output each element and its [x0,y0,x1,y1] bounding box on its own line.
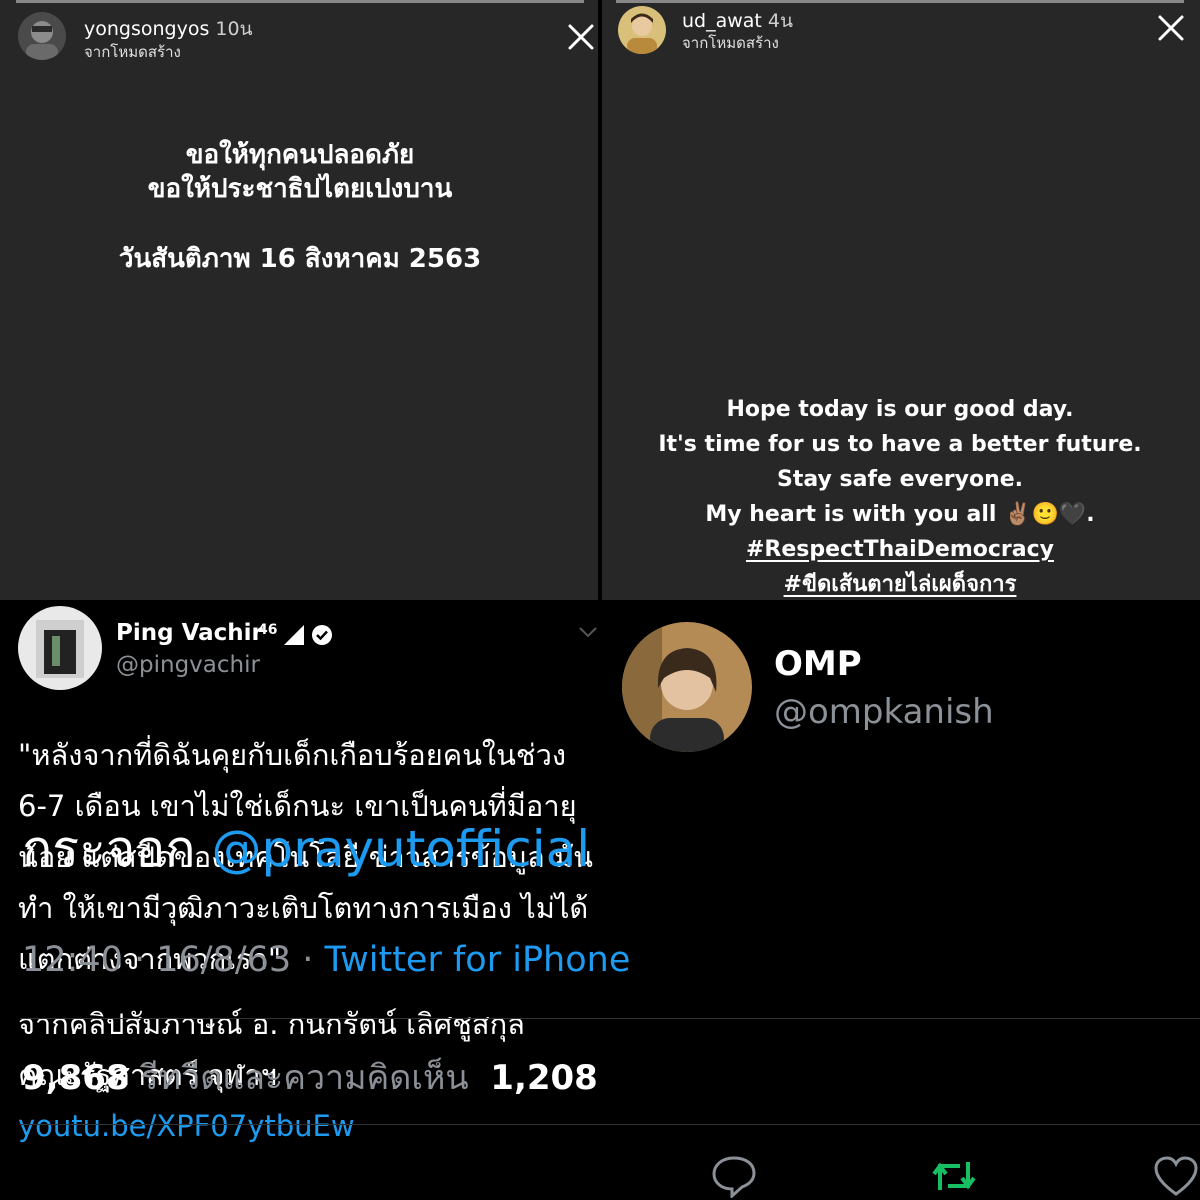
story-line: วันสันติภาพ 16 สิงหาคม 2563 [118,244,482,274]
story-progress-bar [16,0,584,3]
reply-icon[interactable] [710,1154,758,1200]
story-source: จากโหมดสร้าง [682,34,779,52]
status-text: 46 [258,622,278,638]
story-line: Stay safe everyone. [776,467,1024,492]
divider [598,0,602,600]
tweet-author-name[interactable]: OMP [774,644,862,684]
tweet-text: กระจอก @prayutofficial [22,810,590,889]
close-icon[interactable] [564,20,598,54]
story-text: ขอให้ทุกคนปลอดภัย ขอให้ประชาธิปไตยเปงบาน… [0,138,600,276]
chevron-down-icon[interactable] [578,624,598,643]
verified-icon [311,624,333,650]
tweet-text-content: กระจอก [22,820,212,878]
tweet-author-handle[interactable]: @pingvachir [116,652,260,678]
story-line: My heart is with you all ✌🏽🙂🖤. [705,502,1095,527]
hashtag-link[interactable]: #RespectThaiDemocracy [600,532,1200,567]
story-time: 10น [215,18,253,40]
story-line: ขอให้ประชาธิปไตยเปงบาน [147,174,453,204]
story-line: It's time for us to have a better future… [658,432,1142,457]
retweet-count[interactable]: 9,868 [22,1058,130,1098]
divider [20,1018,1200,1019]
story-panel-yongsongyos: yongsongyos 10น จากโหมดสร้าง ขอให้ทุกคนปล… [0,0,600,600]
retweet-label[interactable]: รีทวีตและความคิดเห็น [140,1058,468,1098]
story-source: จากโหมดสร้าง [84,43,181,61]
tweet-timestamp: 12:40 · 16/8/63 · Twitter for iPhone [22,940,630,980]
signal-icon [282,624,306,650]
story-panel-ud-awat: ud_awat 4น จากโหมดสร้าง Hope today is our… [600,0,1200,600]
tweet-author-name[interactable]: Ping Vachir [116,620,263,646]
tweet-link[interactable]: youtu.be/XPF07ytbuEw [18,1109,355,1143]
username-text[interactable]: yongsongyos [84,18,209,40]
hashtag-link[interactable]: #ขีดเส้นตายไล่เผด็จการ [600,567,1200,600]
timestamp-text: 12:40 · 16/8/63 · [22,940,325,980]
story-progress-bar [616,0,1184,3]
avatar[interactable] [18,12,66,60]
story-text: Hope today is our good day. It's time fo… [600,392,1200,600]
story-time: 4น [767,10,793,32]
mention-link[interactable]: @prayutofficial [211,820,590,878]
retweet-icon[interactable] [930,1154,978,1198]
avatar[interactable] [618,6,666,54]
like-count[interactable]: 1,208 [490,1058,598,1098]
close-icon[interactable] [1154,11,1188,45]
tweet-stats[interactable]: 9,868 รีทวีตและความคิดเห็น 1,208 [22,1050,598,1104]
avatar[interactable] [18,606,102,690]
like-icon[interactable] [1152,1154,1200,1198]
avatar[interactable] [622,622,752,752]
client-link[interactable]: Twitter for iPhone [325,940,631,980]
username-text[interactable]: ud_awat [682,10,762,32]
divider [20,1124,1200,1125]
tweet-author-handle[interactable]: @ompkanish [774,692,994,732]
story-line: Hope today is our good day. [726,397,1074,422]
story-line: ขอให้ทุกคนปลอดภัย [185,140,415,170]
